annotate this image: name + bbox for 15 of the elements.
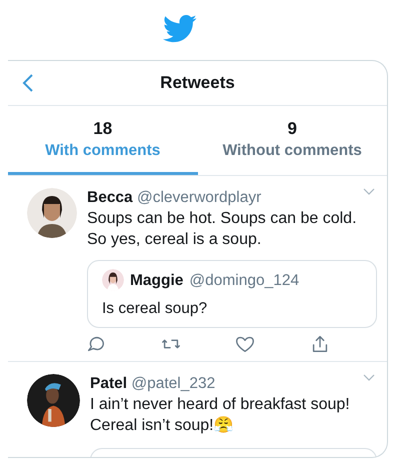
tweet-text: Soups can be hot. Soups can be cold. So yes, cereal is a soup.	[87, 209, 358, 250]
quoted-tweet[interactable]: Maggie @domingo_124 Is cereal soup?	[87, 260, 377, 328]
user-name[interactable]: Patel	[90, 375, 128, 392]
user-name[interactable]: Becca	[87, 189, 133, 206]
quoted-text: Is cereal soup?	[102, 299, 208, 318]
tab[interactable]: 9 Without comments	[198, 106, 387, 175]
back-icon[interactable]	[22, 73, 34, 93]
user-name: Maggie	[130, 270, 184, 290]
bird-logo-icon	[163, 14, 197, 44]
user-handle[interactable]: @patel_232	[131, 375, 216, 392]
user-handle[interactable]: @cleverwordplayr	[137, 189, 262, 206]
user-handle: @domingo_124	[189, 270, 300, 290]
tweet-text: I ain’t never heard of breakfast soup! Cereal isn’t soup!😤	[90, 395, 351, 436]
tab[interactable]: 18 With comments	[8, 106, 198, 175]
page-title: Retweets	[160, 73, 235, 93]
